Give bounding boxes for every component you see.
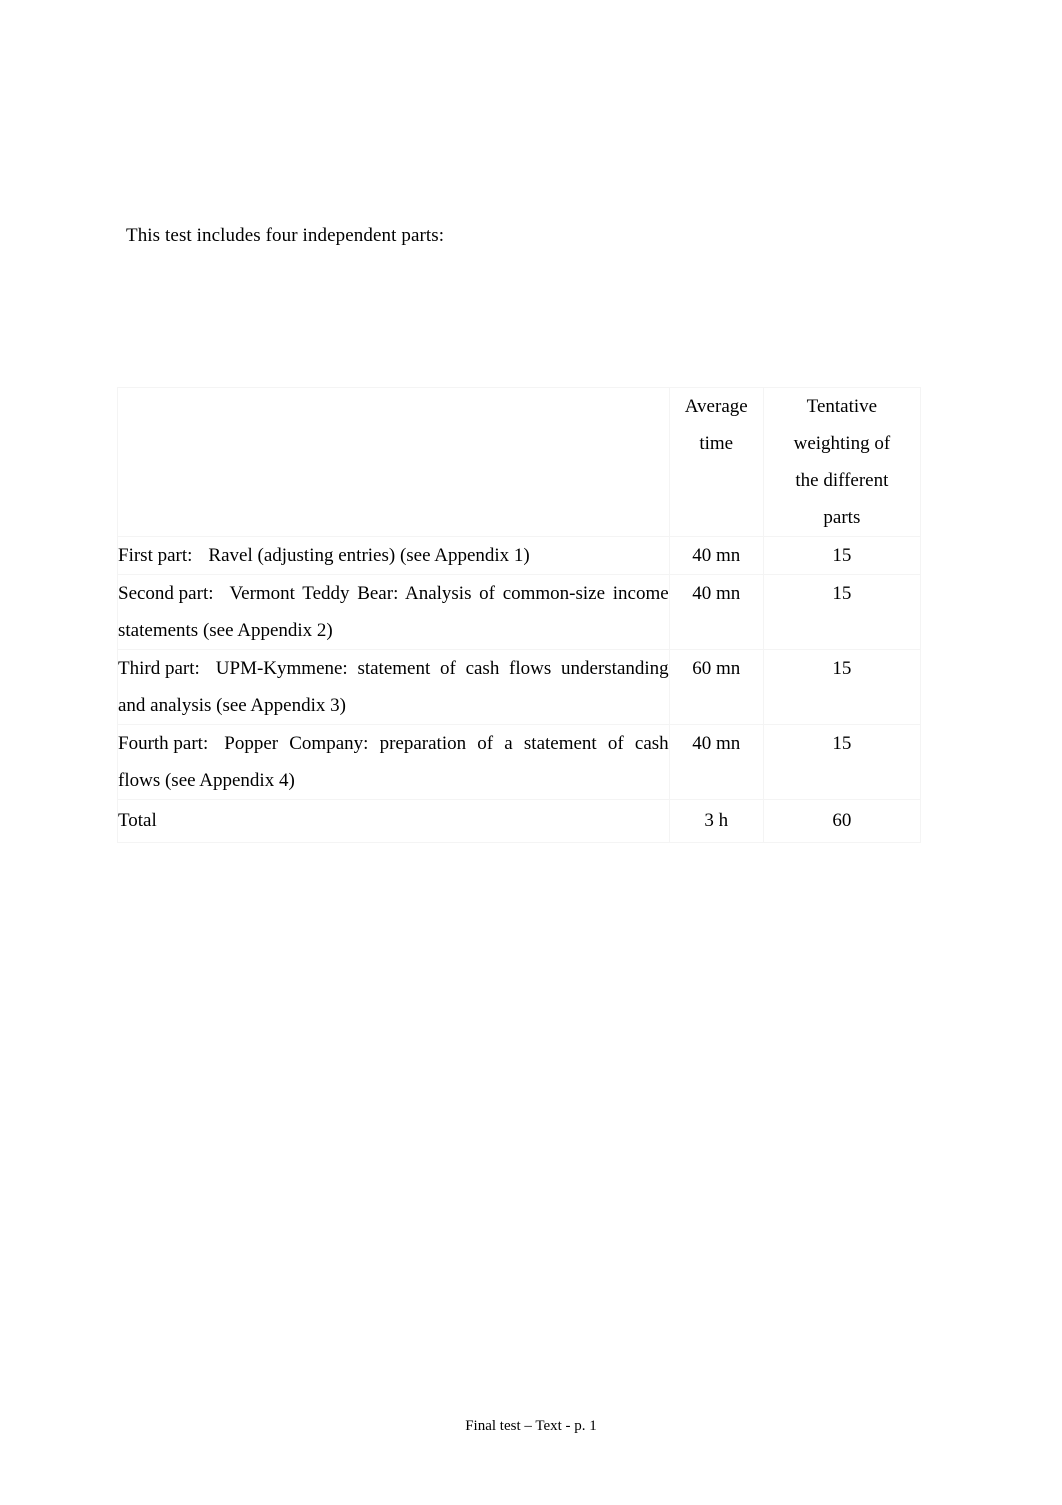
header-weighting-line2: weighting of [793,433,891,454]
header-average-time-line2: time [699,433,734,454]
header-weighting: Tentative weighting of the different par… [762,387,922,537]
total-weighting: 60 [762,799,922,843]
table-row: First part: Ravel (adjusting entries) (se… [117,536,922,575]
table-row: Second part: Vermont Teddy Bear: Analysis… [117,574,922,650]
row-label: First part: [118,545,193,566]
row-weighting: 15 [762,724,922,800]
page-footer: Final test – Text - p. 1 [465,1418,597,1434]
row-description: First part: Ravel (adjusting entries) (se… [117,536,670,575]
intro-paragraph: This test includes four independent part… [126,225,445,246]
row-average-time: 40 mn [668,574,764,650]
row-description: Fourth part: Popper Company: preparation … [117,724,670,800]
row-description: Second part: Vermont Teddy Bear: Analysis… [117,574,670,650]
row-description: Third part: UPM-Kymmene: statement of cas… [117,649,670,725]
table-total-row: Total 3 h 60 [117,799,922,843]
row-description-text: Ravel (adjusting entries) (see Appendix … [208,545,530,566]
table-row: Third part: UPM-Kymmene: statement of cas… [117,649,922,725]
header-weighting-line1: Tentative [806,396,878,417]
table-header-row: Average time Tentative weighting of the … [117,387,922,537]
header-weighting-line3: the different [795,470,889,491]
document-page: This test includes four independent part… [0,0,1062,1505]
row-label: Third part: [118,658,200,679]
row-average-time: 60 mn [668,649,764,725]
test-parts-table: Average time Tentative weighting of the … [117,387,922,843]
row-average-time: 40 mn [668,724,764,800]
header-average-time: Average time [668,387,764,537]
row-weighting: 15 [762,536,922,575]
table-row: Fourth part: Popper Company: preparation … [117,724,922,800]
header-average-time-line1: Average [684,396,748,417]
row-weighting: 15 [762,574,922,650]
row-label: Fourth part: [118,733,209,754]
header-description-blank [117,387,670,537]
total-label: Total [117,799,670,843]
row-average-time: 40 mn [668,536,764,575]
header-weighting-line4: parts [823,507,861,528]
row-weighting: 15 [762,649,922,725]
total-average-time: 3 h [668,799,764,843]
row-label: Second part: [118,583,214,604]
row-description-text: UPM-Kymmene: statement of cash flows und… [118,658,669,716]
